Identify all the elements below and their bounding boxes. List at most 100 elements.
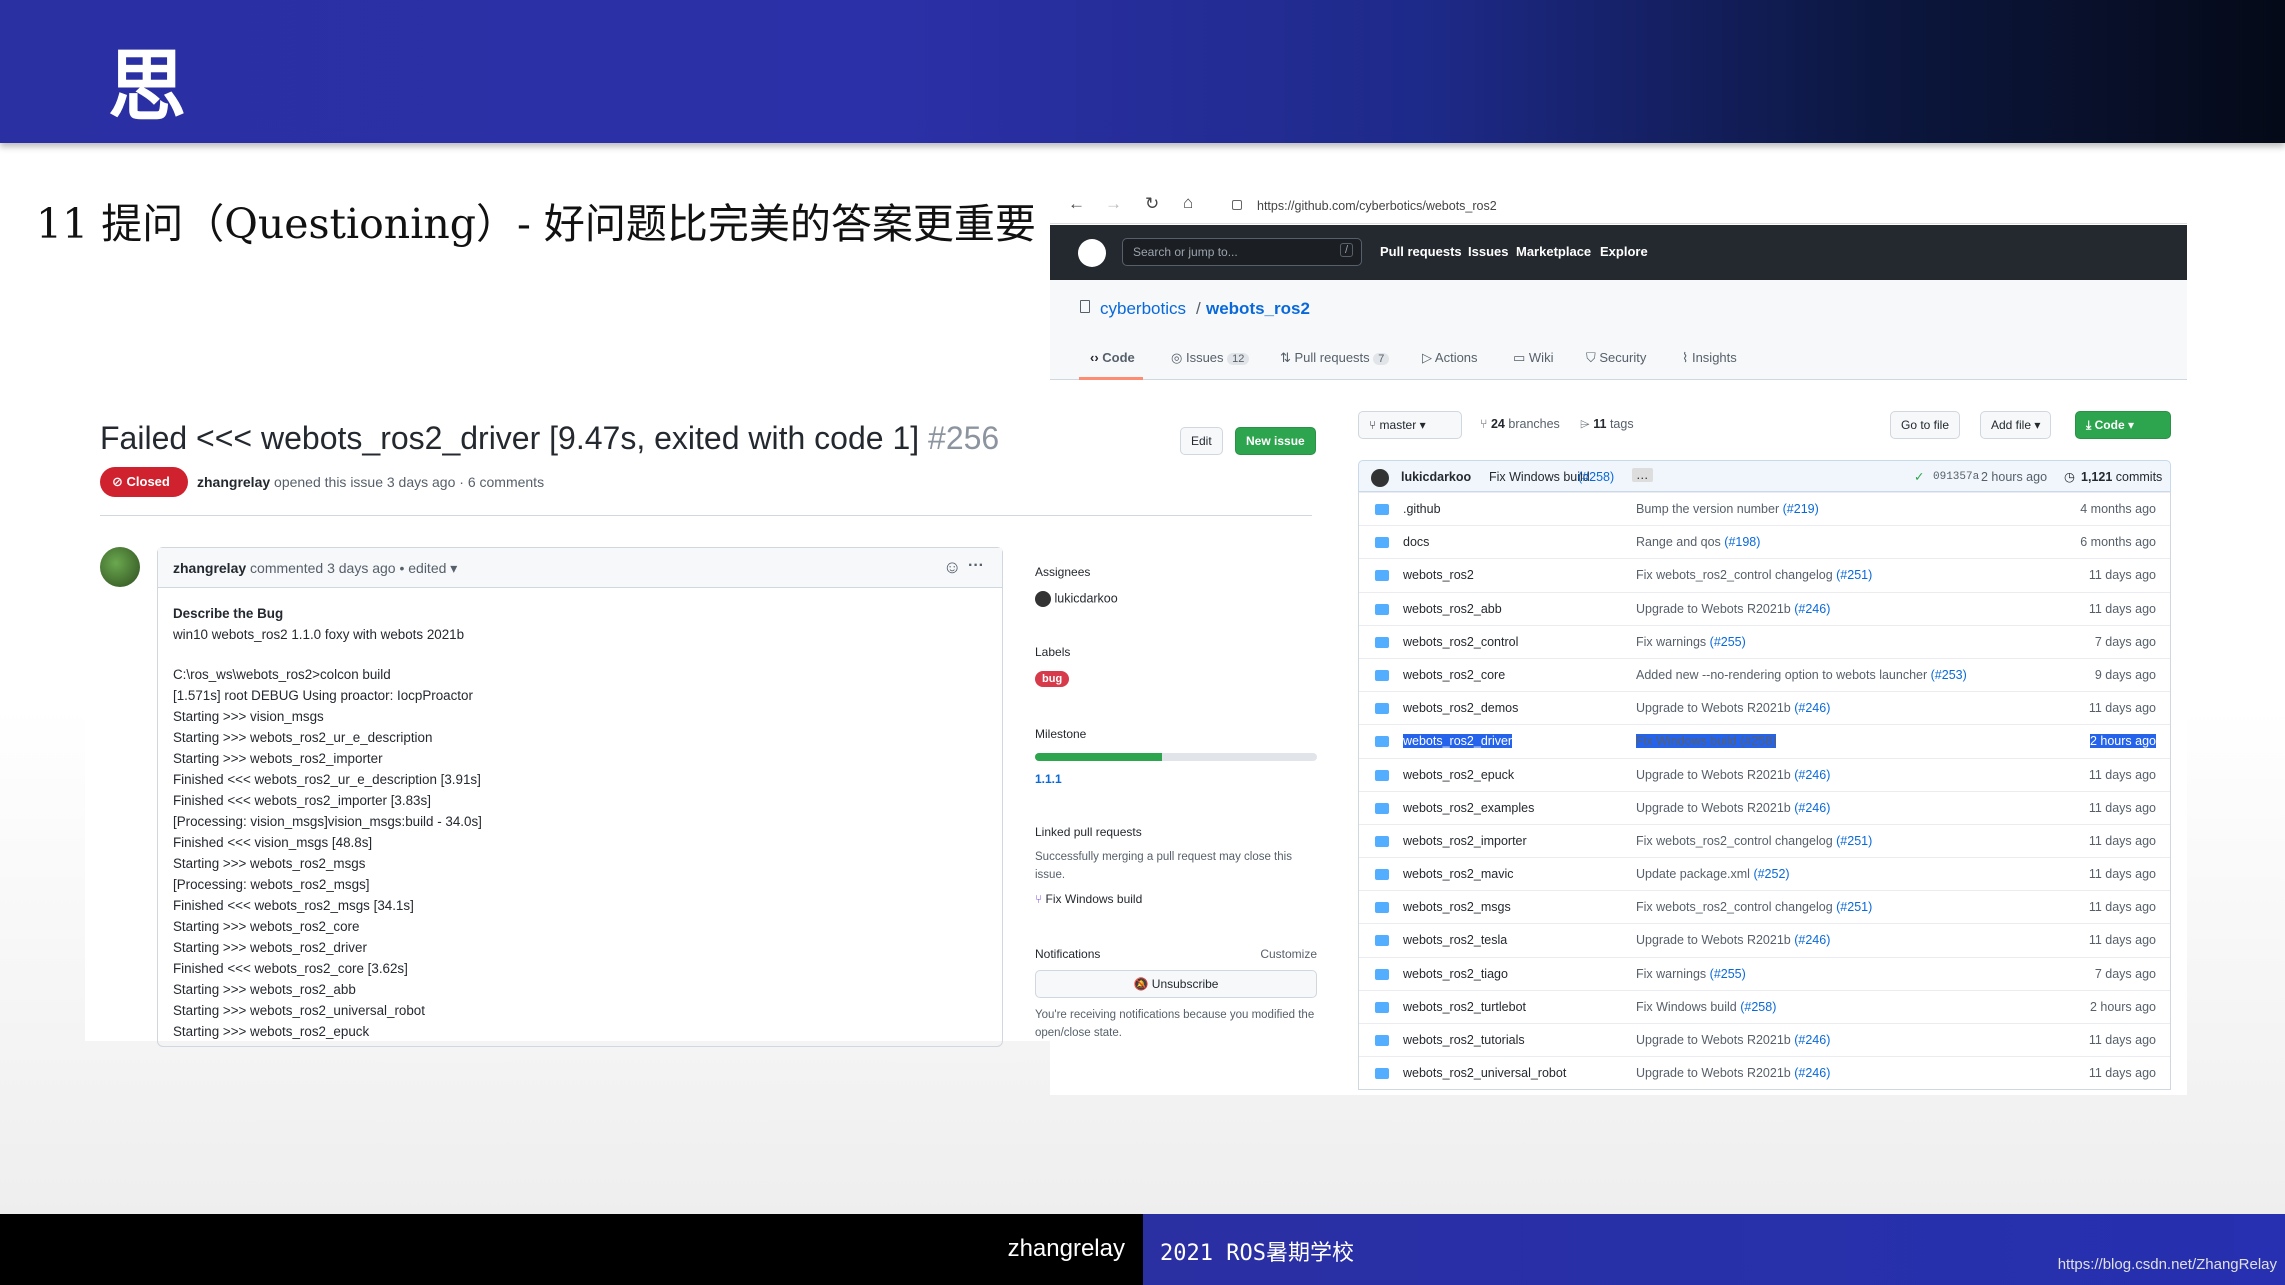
bug-label[interactable]: bug: [1035, 671, 1070, 687]
list-item[interactable]: webots_ros2_control Fix warnings (#255) 7 …: [1359, 624, 2170, 658]
bug-env: win10 webots_ros2 1.1.0 foxy with webots…: [173, 627, 465, 642]
commits-count[interactable]: 1,121 commits: [2081, 470, 2162, 484]
issue-title: Failed <<< webots_ros2_driver [9.47s, ex…: [100, 420, 1000, 456]
tab-code[interactable]: ‹› Code: [1090, 350, 1135, 365]
list-item[interactable]: webots_ros2_demos Upgrade to Webots R2021…: [1359, 691, 2170, 724]
list-item[interactable]: webots_ros2_turtlebot Fix Windows build (…: [1359, 989, 2170, 1023]
footer-event: 2021 ROS暑期学校: [1160, 1241, 1354, 1266]
list-item[interactable]: webots_ros2_tutorials Upgrade to Webots R…: [1359, 1023, 2170, 1056]
customize-link[interactable]: Customize: [1260, 947, 1317, 961]
history-icon: ◷: [2064, 470, 2075, 484]
linked-pr[interactable]: ⑂ Fix Windows build: [1035, 892, 1142, 906]
tab-security[interactable]: ⛉ Security: [1586, 350, 1646, 366]
folder-icon: [1375, 603, 1389, 615]
commit-time: 2 hours ago: [1981, 470, 2048, 484]
back-icon[interactable]: ←: [1068, 194, 1085, 214]
tab-wiki[interactable]: ▭ Wiki: [1513, 350, 1553, 366]
repo-header: cyberbotics / webots_ros2 ‹› Code ◎ Issu…: [1050, 280, 2187, 380]
avatar: [1035, 591, 1051, 607]
list-item[interactable]: webots_ros2_tesla Upgrade to Webots R2021…: [1359, 923, 2170, 956]
code-button[interactable]: ⤓ Code ▾: [2075, 411, 2171, 439]
folder-icon: [1375, 802, 1389, 814]
avatar[interactable]: [100, 547, 140, 587]
issue-author[interactable]: zhangrelay: [197, 474, 270, 490]
commit-author-avatar: [1371, 469, 1389, 487]
nav-pull-requests[interactable]: Pull requests: [1380, 244, 1462, 259]
issue-screenshot: Failed <<< webots_ros2_driver [9.47s, ex…: [85, 405, 1323, 1047]
folder-icon: [1375, 769, 1389, 781]
list-item[interactable]: webots_ros2_epuck Upgrade to Webots R2021…: [1359, 757, 2170, 791]
milestone-label[interactable]: Milestone: [1035, 727, 1086, 741]
list-item[interactable]: webots_ros2_examples Upgrade to Webots R2…: [1359, 790, 2170, 824]
folder-icon: [1375, 902, 1389, 914]
list-item[interactable]: webots_ros2_core Added new --no-rendering…: [1359, 657, 2170, 691]
issue-meta: zhangrelay opened this issue 3 days ago …: [197, 474, 545, 490]
list-item-selected[interactable]: webots_ros2_driver Fix Windows build (#25…: [1359, 724, 2170, 757]
milestone-link[interactable]: 1.1.1: [1035, 772, 1062, 786]
list-item[interactable]: webots_ros2_universal_robot Upgrade to We…: [1359, 1056, 2170, 1089]
reload-icon[interactable]: ↻: [1145, 194, 1159, 214]
nav-explore[interactable]: Explore: [1600, 244, 1648, 259]
list-item[interactable]: webots_ros2 Fix webots_ros2_control chang…: [1359, 558, 2170, 591]
nav-issues[interactable]: Issues: [1468, 244, 1508, 259]
smiley-icon[interactable]: ☺: [943, 557, 961, 578]
list-item[interactable]: docs Range and qos (#198) 6 months ago: [1359, 525, 2170, 558]
code-tab-underline: [1079, 377, 1143, 380]
add-file-button[interactable]: Add file ▾: [1980, 411, 2052, 439]
list-item[interactable]: webots_ros2_mavic Update package.xml (#25…: [1359, 857, 2170, 890]
footer-author: zhangrelay: [1007, 1235, 1125, 1262]
list-item[interactable]: webots_ros2_abb Upgrade to Webots R2021b …: [1359, 591, 2170, 625]
search-input[interactable]: Search or jump to... /: [1122, 238, 1362, 266]
branches-link[interactable]: ⑂ 24 branches: [1480, 417, 1560, 431]
github-logo-icon[interactable]: [1078, 239, 1106, 267]
status-badge: ⊘ Closed: [100, 467, 188, 497]
tab-insights[interactable]: ⌇ Insights: [1682, 350, 1737, 366]
go-to-file-button[interactable]: Go to file: [1890, 411, 1961, 439]
pr-icon: ⑂: [1035, 892, 1043, 906]
notifications-label: Notifications: [1035, 947, 1101, 961]
tab-actions[interactable]: ▷ Actions: [1422, 350, 1478, 366]
comment-box: zhangrelay commented 3 days ago • edited…: [157, 547, 1003, 1047]
list-item[interactable]: .github Bump the version number (#219) 4 m…: [1359, 492, 2170, 525]
commit-ref[interactable]: (#258): [1578, 470, 1614, 484]
browser-bar: ← → ↻ ⌂ https://github.com/cyberbotics/w…: [1050, 190, 2187, 224]
tab-issues[interactable]: ◎ Issues 12: [1171, 350, 1250, 366]
commit-message[interactable]: Fix Windows build: [1489, 470, 1590, 484]
url-field[interactable]: https://github.com/cyberbotics/webots_ro…: [1257, 199, 1497, 213]
branch-select[interactable]: ⑂ master ▾: [1358, 411, 1462, 439]
list-item[interactable]: webots_ros2_msgs Fix webots_ros2_control …: [1359, 890, 2170, 923]
milestone-progress-fill: [1035, 753, 1162, 761]
assignee[interactable]: lukicdarkoo: [1035, 591, 1118, 607]
edit-button[interactable]: Edit: [1180, 427, 1223, 455]
issues-count: 12: [1227, 353, 1250, 365]
folder-icon: [1375, 636, 1389, 648]
comment-author[interactable]: zhangrelay: [173, 560, 246, 576]
folder-icon: [1375, 869, 1389, 881]
commit-author[interactable]: lukicdarkoo: [1401, 470, 1471, 484]
list-item[interactable]: webots_ros2_tiago Fix warnings (#255) 7 da…: [1359, 956, 2170, 990]
repo-separator: /: [1196, 299, 1201, 318]
home-icon[interactable]: ⌂: [1183, 193, 1193, 213]
new-issue-button[interactable]: New issue: [1235, 427, 1316, 455]
commit-expand[interactable]: …: [1632, 468, 1653, 482]
nav-marketplace[interactable]: Marketplace: [1516, 244, 1591, 259]
folder-icon: [1375, 504, 1389, 515]
more-options-icon[interactable]: ···: [968, 557, 984, 575]
folder-icon: [1375, 736, 1389, 748]
list-item[interactable]: webots_ros2_importer Fix webots_ros2_cont…: [1359, 823, 2170, 857]
tab-pull-requests[interactable]: ⇅ Pull requests 7: [1280, 350, 1390, 366]
unsubscribe-button[interactable]: 🔕 Unsubscribe: [1035, 970, 1317, 998]
tags-link[interactable]: ⌲ 11 tags: [1580, 417, 1634, 432]
repo-icon: [1080, 300, 1090, 313]
commit-sha[interactable]: 091357a: [1933, 471, 1979, 483]
repo-name-link[interactable]: webots_ros2: [1206, 299, 1310, 319]
linked-prs-desc: Successfully merging a pull request may …: [1035, 851, 1292, 881]
footer-url: https://blog.csdn.net/ZhangRelay: [2057, 1256, 2277, 1273]
repo-owner-link[interactable]: cyberbotics: [1100, 299, 1186, 319]
folder-icon: [1375, 835, 1389, 847]
labels-label[interactable]: Labels: [1035, 645, 1070, 659]
folder-icon: [1375, 968, 1389, 980]
forward-icon[interactable]: →: [1105, 194, 1122, 214]
file-browser: ⑂ master ▾ ⑂ 24 branches ⌲ 11 tags Go to…: [1358, 405, 2171, 1095]
assignees-label[interactable]: Assignees: [1035, 565, 1090, 579]
